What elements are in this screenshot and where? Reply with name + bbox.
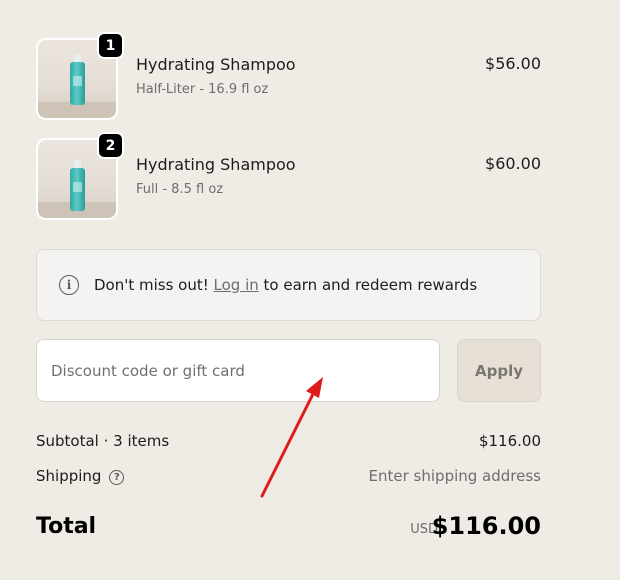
subtotal-label: Subtotal · 3 items bbox=[36, 432, 170, 450]
quantity-badge: 1 bbox=[97, 32, 124, 59]
rewards-banner: i Don't miss out! Log in to earn and red… bbox=[36, 249, 541, 321]
shipping-value: Enter shipping address bbox=[368, 467, 541, 485]
shipping-row-label: Shipping? bbox=[36, 467, 125, 485]
product-name: Hydrating Shampoo bbox=[136, 155, 296, 174]
quantity-badge: 2 bbox=[97, 132, 124, 159]
shipping-label: Shipping bbox=[36, 467, 102, 485]
checkout-order-summary: 1 Hydrating Shampoo Half-Liter - 16.9 fl… bbox=[0, 0, 620, 580]
shampoo-bottle-image bbox=[70, 160, 85, 211]
rewards-suffix: to earn and redeem rewards bbox=[258, 276, 478, 294]
info-icon: i bbox=[59, 275, 79, 295]
login-link[interactable]: Log in bbox=[214, 276, 259, 294]
apply-discount-button[interactable]: Apply bbox=[457, 339, 541, 402]
total-label: Total bbox=[36, 514, 97, 539]
discount-code-input[interactable] bbox=[36, 339, 440, 402]
product-price: $60.00 bbox=[485, 154, 541, 173]
shampoo-bottle-image bbox=[70, 54, 85, 105]
product-variant: Half-Liter - 16.9 fl oz bbox=[136, 82, 269, 97]
line-item: 1 Hydrating Shampoo Half-Liter - 16.9 fl… bbox=[36, 32, 541, 120]
question-mark-icon[interactable]: ? bbox=[109, 470, 125, 485]
product-variant: Full - 8.5 fl oz bbox=[136, 182, 224, 197]
total-amount: $116.00 bbox=[431, 512, 541, 540]
arrow-shaft bbox=[260, 386, 318, 498]
subtotal-value: $116.00 bbox=[478, 432, 541, 450]
product-name: Hydrating Shampoo bbox=[136, 55, 296, 74]
line-item: 2 Hydrating Shampoo Full - 8.5 fl oz $60… bbox=[36, 132, 541, 220]
rewards-message: Don't miss out! Log in to earn and redee… bbox=[94, 276, 477, 294]
product-price: $56.00 bbox=[485, 54, 541, 73]
rewards-prefix: Don't miss out! bbox=[94, 276, 214, 294]
